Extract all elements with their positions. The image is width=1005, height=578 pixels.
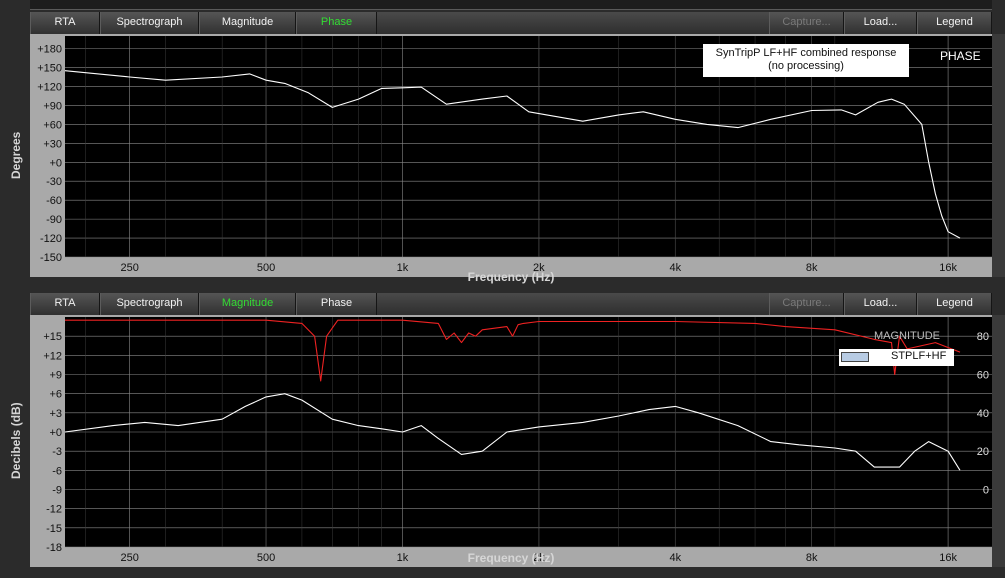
y-tick-label: +9 (49, 370, 62, 382)
y-tick-label: -120 (40, 233, 62, 245)
y-tick-label: +180 (37, 44, 62, 56)
tab-spectrograph[interactable]: Spectrograph (100, 12, 199, 34)
y-tick-label: +15 (43, 331, 62, 343)
phase-y-axis-label: Degrees (9, 131, 23, 180)
y-tick-label: +150 (37, 63, 62, 75)
y-tick-label: -6 (52, 465, 62, 477)
capture-button[interactable]: Capture... (769, 12, 844, 34)
tab-phase[interactable]: Phase (296, 12, 377, 34)
right-scroll-strip (992, 315, 1005, 567)
right-tick-label: 80 (977, 331, 989, 343)
annotation-box: SynTripP LF+HF combined response (no pro… (703, 44, 909, 77)
y-tick-label: -60 (46, 195, 62, 207)
tab-spectrograph[interactable]: Spectrograph (100, 293, 199, 315)
phase-x-axis-label: Frequency (Hz) (467, 270, 555, 284)
y-tick-label: +0 (49, 427, 62, 439)
capture-button[interactable]: Capture... (769, 293, 844, 315)
y-tick-label: +120 (37, 82, 62, 94)
y-tick-label: +30 (43, 138, 62, 150)
y-tick-label: -3 (52, 446, 62, 458)
tab-magnitude[interactable]: Magnitude (199, 12, 296, 34)
tab-rta[interactable]: RTA (30, 293, 100, 315)
y-tick-label: +12 (43, 350, 62, 362)
load-button[interactable]: Load... (844, 293, 917, 315)
y-tick-label: +60 (43, 119, 62, 131)
magnitude-tab-bar: RTA Spectrograph Magnitude Phase Capture… (30, 293, 992, 315)
legend-label: STPLF+HF (891, 350, 947, 362)
y-tick-label: -30 (46, 176, 62, 188)
magnitude-y-axis-label: Decibels (dB) (9, 402, 23, 480)
y-tick-label: +3 (49, 408, 62, 420)
right-tick-label: 20 (977, 446, 989, 458)
y-tick-label: +6 (49, 389, 62, 401)
magnitude-x-axis-label: Frequency (Hz) (467, 551, 555, 565)
magnitude-plot-tag: MAGNITUDE (874, 330, 940, 342)
y-tick-label: -12 (46, 504, 62, 516)
right-tick-label: 40 (977, 408, 989, 420)
phase-tab-bar: RTA Spectrograph Magnitude Phase Capture… (30, 12, 992, 34)
tab-magnitude[interactable]: Magnitude (199, 293, 296, 315)
y-tick-label: -150 (40, 252, 62, 264)
phase-plot-tag: PHASE (940, 49, 981, 63)
load-button[interactable]: Load... (844, 12, 917, 34)
y-tick-label: -90 (46, 214, 62, 226)
y-tick-label: +0 (49, 157, 62, 169)
legend-box: STPLF+HF (839, 349, 954, 366)
annotation-line-1: SynTripP LF+HF combined response (715, 47, 897, 59)
legend-button[interactable]: Legend (917, 12, 992, 34)
y-tick-label: +90 (43, 100, 62, 112)
right-tick-label: 60 (977, 370, 989, 382)
legend-swatch (841, 352, 869, 362)
top-strip (30, 0, 992, 10)
annotation-line-2: (no processing) (768, 60, 844, 72)
right-scroll-strip (992, 34, 1005, 277)
tab-rta[interactable]: RTA (30, 12, 100, 34)
y-tick-label: -9 (52, 485, 62, 497)
legend-button[interactable]: Legend (917, 293, 992, 315)
tab-phase[interactable]: Phase (296, 293, 377, 315)
right-tick-label: 0 (983, 485, 989, 497)
y-tick-label: -15 (46, 523, 62, 535)
